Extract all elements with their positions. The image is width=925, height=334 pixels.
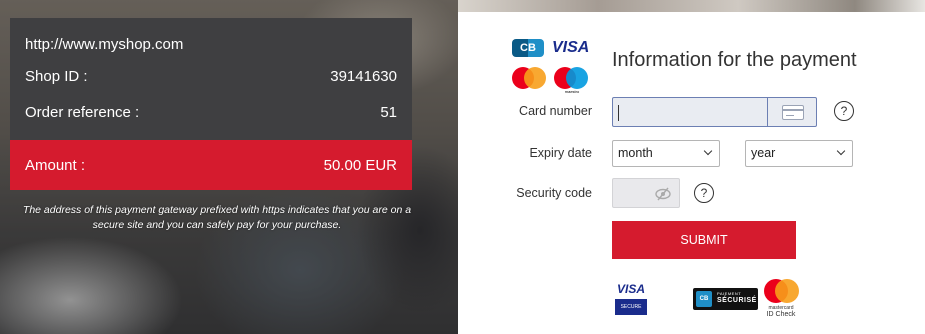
shop-id-row: Shop ID : 39141630 [10,58,412,94]
paiement-text: PAIEMENT [717,291,742,296]
cb-badge: CB [696,291,712,307]
shop-id-label: Shop ID : [25,67,88,85]
eye-slash-icon[interactable] [655,187,671,201]
security-code-input[interactable] [612,178,680,208]
securise-text: SÉCURISÉ [717,297,757,304]
id-check-text: ID Check [766,311,796,318]
shop-url: http://www.myshop.com [25,35,184,53]
mastercard-logo [512,67,548,89]
expiry-month-select[interactable]: month [612,140,720,167]
card-type-icon [767,97,817,127]
cb-logo: CB [512,39,544,57]
background-photo-strip [458,0,925,12]
https-notice: The address of this payment gateway pref… [22,204,412,231]
credit-card-icon [781,104,804,120]
chevron-down-icon [836,146,846,156]
accepted-cards-logos: CB VISA maestro [512,37,592,95]
expiry-date-label: Expiry date [529,146,592,160]
expiry-year-value: year [751,146,776,160]
shop-id-value: 39141630 [330,67,397,85]
submit-button[interactable]: SUBMIT [612,221,796,259]
card-number-label: Card number [519,104,592,118]
expiry-year-select[interactable]: year [745,140,853,167]
security-code-help-icon[interactable]: ? [694,183,714,203]
order-reference-value: 51 [380,103,397,121]
expiry-month-value: month [618,146,653,160]
order-reference-row: Order reference : 51 [10,94,412,130]
visa-secure-logo: VISA SECURE [615,282,647,320]
order-reference-label: Order reference : [25,103,140,121]
security-logos: VISA SECURE CB PAIEMENT SÉCURISÉ masterc… [612,279,802,323]
visa-logo: VISA [552,39,590,56]
amount-label: Amount : [25,156,86,174]
chevron-down-icon [703,146,713,156]
maestro-logo: maestro [554,67,590,94]
visa-secure-text: SECURE [615,299,647,315]
mastercard-id-check-logo: mastercard ID Check [761,279,801,323]
card-number-help-icon[interactable]: ? [834,101,854,121]
text-cursor [618,105,619,121]
shop-url-row: http://www.myshop.com [10,18,412,58]
amount-row: Amount : 50.00 EUR [10,140,412,190]
maestro-logo-text: maestro [564,89,580,94]
amount-value: 50.00 EUR [323,156,397,174]
order-summary-card: http://www.myshop.com Shop ID : 39141630… [10,18,412,190]
security-code-label: Security code [516,186,592,200]
page-title: Information for the payment [612,49,857,71]
visa-secure-brand: VISA [616,282,645,296]
paiement-securise-logo: CB PAIEMENT SÉCURISÉ [693,288,758,310]
